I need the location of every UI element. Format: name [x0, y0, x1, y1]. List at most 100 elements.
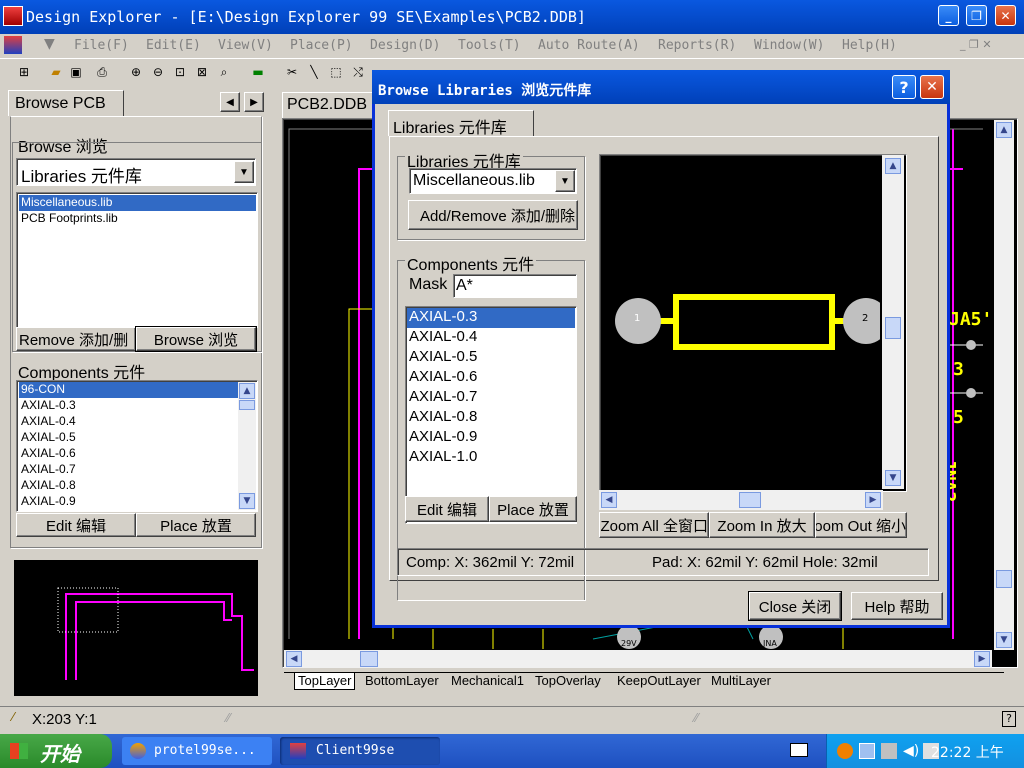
scroll-left-arrow[interactable]: ◀ [601, 492, 617, 508]
place-button[interactable]: Place 放置 [136, 513, 256, 537]
status-help-icon[interactable]: ? [1002, 711, 1016, 727]
dialog-tab-libraries[interactable]: Libraries 元件库 [388, 110, 534, 137]
menu-help[interactable]: Help(H) [842, 38, 897, 53]
scroll-up-arrow[interactable]: ▲ [996, 122, 1012, 138]
library-item[interactable]: Miscellaneous.lib [19, 195, 256, 211]
edit-button[interactable]: Edit 编辑 [16, 513, 136, 537]
tray-volume-icon[interactable]: ◀) [903, 743, 919, 759]
keyboard-icon[interactable] [790, 743, 808, 757]
component-item[interactable]: AXIAL-0.9 [19, 494, 257, 510]
scroll-right-arrow[interactable]: ▶ [974, 651, 990, 667]
component-item[interactable]: AXIAL-0.6 [19, 446, 257, 462]
print-icon[interactable]: ⎙ [94, 64, 110, 80]
scroll-right-arrow[interactable]: ▶ [865, 492, 881, 508]
deselect-icon[interactable]: ⤭ [350, 64, 366, 80]
menu-window[interactable]: Window(W) [754, 38, 824, 53]
component-item[interactable]: AXIAL-0.3 [19, 398, 257, 414]
dialog-component-item[interactable]: AXIAL-0.6 [407, 368, 576, 388]
menu-place[interactable]: Place(P) [290, 38, 353, 53]
layer-tab-toplayer[interactable]: TopLayer [294, 673, 356, 690]
dialog-help-action-button[interactable]: Help 帮助 [851, 592, 943, 620]
browse-button[interactable]: Browse 浏览 [135, 326, 257, 352]
zoom-out-icon[interactable]: ⊖ [150, 64, 166, 80]
scroll-down-arrow[interactable]: ▼ [996, 632, 1012, 648]
taskbar-item[interactable]: Client99se [280, 737, 440, 765]
scroll-thumb[interactable] [239, 400, 255, 410]
tab-scroll-left[interactable]: ◀ [220, 92, 240, 112]
components-scrollbar[interactable]: ▲ ▼ [238, 382, 256, 510]
component-item[interactable]: AXIAL-0.8 [19, 478, 257, 494]
browse-pcb-tab[interactable]: Browse PCB [8, 90, 124, 116]
tray-hardware-icon[interactable] [881, 743, 897, 759]
dialog-edit-button[interactable]: Edit 编辑 [405, 496, 489, 522]
layer-tab-bottomlayer[interactable]: BottomLayer [362, 673, 442, 690]
menu-view[interactable]: View(V) [218, 38, 273, 53]
dialog-close-action-button[interactable]: Close 关闭 [748, 591, 842, 621]
layer-tab-multilayer[interactable]: MultiLayer [708, 673, 774, 690]
select-icon[interactable]: ⬚ [328, 64, 344, 80]
zoom-area-icon[interactable]: ⊠ [194, 64, 210, 80]
browse-dropdown-arrow[interactable]: ▼ [234, 161, 254, 183]
mini-map[interactable] [14, 560, 258, 696]
component-item[interactable]: 96-CON [19, 382, 239, 398]
zoom-in-button[interactable]: Zoom In 放大 [709, 512, 815, 538]
menu-auto-route[interactable]: Auto Route(A) [538, 38, 640, 53]
dialog-close-button[interactable]: ✕ [920, 75, 944, 99]
cross-probe-icon[interactable]: ✂ [284, 64, 300, 80]
footprint-preview[interactable]: 1 2 ▲ ▼ [599, 154, 907, 492]
menu-reports[interactable]: Reports(R) [658, 38, 736, 53]
doc-tab[interactable]: PCB2.DDB [282, 92, 374, 118]
library-select[interactable]: Miscellaneous.lib ▼ [409, 168, 577, 194]
taskbar-item[interactable]: protel99se... [122, 737, 272, 765]
dialog-component-item[interactable]: AXIAL-0.8 [407, 408, 576, 428]
dialog-place-button[interactable]: Place 放置 [489, 496, 577, 522]
components-list[interactable]: 96-CON AXIAL-0.3 AXIAL-0.4 AXIAL-0.5 AXI… [16, 380, 258, 512]
zoom-all-button[interactable]: Zoom All 全窗口 [599, 512, 709, 538]
open-folder-icon[interactable]: ▰ [48, 64, 64, 80]
tray-app-icon[interactable] [837, 743, 853, 759]
remove-button[interactable]: Remove 添加/删 [16, 327, 136, 351]
scroll-up-arrow[interactable]: ▲ [885, 158, 901, 174]
preview-vscrollbar[interactable]: ▲ ▼ [882, 155, 904, 489]
tray-network-icon[interactable] [859, 743, 875, 759]
libraries-list[interactable]: Miscellaneous.lib PCB Footprints.lib [16, 192, 258, 328]
start-button[interactable]: 开始 [0, 734, 112, 768]
scroll-up-arrow[interactable]: ▲ [239, 383, 255, 399]
scroll-left-arrow[interactable]: ◀ [286, 651, 302, 667]
mask-input[interactable]: A* [453, 274, 577, 298]
scroll-thumb[interactable] [739, 492, 761, 508]
dialog-component-item[interactable]: AXIAL-0.3 [407, 308, 575, 328]
layer-tab-mechanical1[interactable]: Mechanical1 [448, 673, 527, 690]
zoom-out-button[interactable]: Zoom Out 缩小 [815, 512, 907, 538]
preview-hscrollbar[interactable]: ◀ ▶ [599, 490, 883, 510]
scroll-thumb[interactable] [996, 570, 1012, 588]
scroll-thumb[interactable] [885, 317, 901, 339]
dialog-help-button[interactable]: ? [892, 75, 916, 99]
browse-select[interactable]: Libraries 元件库 ▼ [16, 158, 256, 186]
dialog-component-item[interactable]: AXIAL-1.0 [407, 448, 576, 468]
menu-tools[interactable]: Tools(T) [458, 38, 521, 53]
mdi-controls[interactable]: _ ❐ ✕ [960, 38, 992, 51]
maximize-button[interactable]: ❐ [966, 5, 987, 26]
component-item[interactable]: AXIAL-0.5 [19, 430, 257, 446]
menu-design[interactable]: Design(D) [370, 38, 440, 53]
dialog-component-item[interactable]: AXIAL-0.7 [407, 388, 576, 408]
component-item[interactable]: AXIAL-0.7 [19, 462, 257, 478]
zoom-select-icon[interactable]: ⌕ [216, 64, 232, 80]
scroll-down-arrow[interactable]: ▼ [239, 493, 255, 509]
line-icon[interactable]: ╲ [306, 64, 322, 80]
layer-tab-topoverlay[interactable]: TopOverlay [532, 673, 604, 690]
zoom-fit-icon[interactable]: ⊡ [172, 64, 188, 80]
dialog-component-item[interactable]: AXIAL-0.4 [407, 328, 576, 348]
close-button[interactable]: ✕ [995, 5, 1016, 26]
tab-scroll-right[interactable]: ▶ [244, 92, 264, 112]
menu-file[interactable]: File(F) [74, 38, 129, 53]
layer-tab-keepoutlayer[interactable]: KeepOutLayer [614, 673, 704, 690]
zoom-in-icon[interactable]: ⊕ [128, 64, 144, 80]
dialog-component-item[interactable]: AXIAL-0.9 [407, 428, 576, 448]
minimize-button[interactable]: _ [938, 5, 959, 26]
scroll-down-arrow[interactable]: ▼ [885, 470, 901, 486]
add-remove-button[interactable]: Add/Remove 添加/删除 [408, 200, 578, 230]
pcb-vscrollbar[interactable]: ▲ ▼ [994, 120, 1014, 650]
pcb-hscrollbar[interactable]: ◀ ▶ [284, 650, 992, 668]
